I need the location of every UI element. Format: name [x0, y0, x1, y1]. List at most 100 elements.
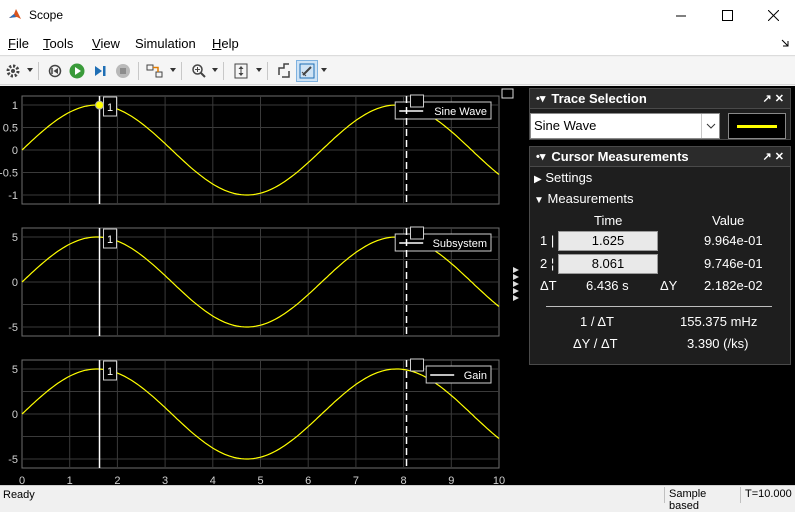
x-tick-label: 9: [448, 475, 454, 485]
close-button[interactable]: [750, 0, 795, 31]
cursor-measure-icon: [299, 63, 315, 79]
collapse-arrow-icon: [513, 288, 519, 294]
highlight-block-button[interactable]: [144, 60, 166, 82]
cursor-1-label: 1 |: [540, 233, 555, 248]
title-bar: Scope: [0, 0, 795, 31]
expand-down-icon: ▼: [534, 195, 544, 206]
scope-plots[interactable]: 10.50-0.5-1Sine Wave50-5Subsystem50-5Gai…: [0, 86, 525, 487]
toolbar-separator: [181, 62, 182, 80]
undock-icon[interactable]: [781, 39, 789, 47]
zoom-dropdown-caret[interactable]: [212, 68, 218, 72]
expand-right-icon: ▶: [534, 174, 542, 185]
panel-menu-icon[interactable]: •▾: [536, 150, 545, 163]
undock-panel-icon[interactable]: ↗: [763, 93, 772, 105]
signal-select-icon: [278, 63, 290, 78]
collapse-arrow-icon: [513, 267, 519, 273]
cursor-2-label: 2 ¦: [540, 256, 555, 271]
settings-dropdown-caret[interactable]: [27, 68, 33, 72]
autoscale-button[interactable]: [230, 60, 252, 82]
panel-menu-icon[interactable]: •▾: [536, 92, 545, 105]
y-tick-label: 5: [12, 364, 18, 376]
cursor-1-tag-label: 1: [107, 366, 113, 378]
menu-bar: File Tools View Simulation Help: [0, 31, 795, 56]
delta-y-value: 2.182e-02: [704, 278, 763, 293]
menu-help[interactable]: Help: [212, 36, 239, 51]
undock-panel-icon[interactable]: ↗: [763, 151, 772, 163]
minimize-icon: [676, 15, 686, 16]
restore-axes-icon: [501, 88, 514, 99]
side-panel: •▾ Trace Selection ↗ ✕ Sine Wave •▾ Curs…: [525, 86, 795, 485]
sim-time-indicator: T=10.000: [740, 487, 795, 503]
menu-tools[interactable]: Tools: [43, 36, 73, 51]
menu-file[interactable]: File: [8, 36, 29, 51]
cursor-measurements-panel: •▾ Cursor Measurements ↗ ✕ ▶ Settings ▼ …: [529, 146, 791, 365]
y-tick-label: 0: [12, 409, 18, 421]
close-panel-icon[interactable]: ✕: [775, 93, 784, 105]
cursor-1-marker: [95, 100, 105, 110]
run-icon: [69, 63, 85, 79]
cursor-1-time-field[interactable]: 1.625: [558, 231, 658, 251]
highlight-dropdown-caret[interactable]: [170, 68, 176, 72]
cursor-2-time-field[interactable]: 8.061: [558, 254, 658, 274]
settings-section[interactable]: ▶ Settings: [534, 170, 592, 185]
toolbar-separator: [38, 62, 39, 80]
signal-select-button[interactable]: [273, 60, 295, 82]
x-tick-label: 8: [401, 475, 407, 485]
cursor-measurements-header: •▾ Cursor Measurements ↗ ✕: [530, 147, 790, 167]
x-tick-label: 7: [353, 475, 359, 485]
toolbar-separator: [138, 62, 139, 80]
status-text: Ready: [3, 489, 35, 501]
stop-button[interactable]: [112, 60, 134, 82]
x-tick-label: 5: [257, 475, 263, 485]
menu-simulation[interactable]: Simulation: [135, 36, 196, 51]
legend-label: Subsystem: [433, 238, 487, 250]
slope-label: ΔY / ΔT: [573, 336, 618, 351]
measurements-section[interactable]: ▼ Measurements: [534, 191, 634, 206]
y-tick-label: -5: [8, 322, 18, 334]
autoscale-dropdown-caret[interactable]: [256, 68, 262, 72]
slope-value: 3.390 (/ks): [687, 336, 749, 351]
minimize-button[interactable]: [658, 0, 704, 31]
autoscale-icon: [234, 63, 248, 79]
step-forward-button[interactable]: [89, 60, 111, 82]
trace-select-dropdown[interactable]: Sine Wave: [530, 113, 720, 139]
toolbar-separator: [267, 62, 268, 80]
cursor-measurements-button[interactable]: [296, 60, 318, 82]
x-tick-label: 3: [162, 475, 168, 485]
y-tick-label: 1: [12, 100, 18, 112]
step-back-button[interactable]: [44, 60, 66, 82]
settings-label: Settings: [545, 170, 593, 185]
chevron-down-icon: [701, 114, 719, 138]
x-tick-label: 6: [305, 475, 311, 485]
delta-y-label: ΔY: [660, 278, 678, 293]
zoom-icon: [192, 64, 206, 78]
cursor-measure-dropdown-caret[interactable]: [321, 68, 327, 72]
trace-line-swatch[interactable]: [728, 113, 786, 139]
settings-button[interactable]: [2, 60, 24, 82]
cursor-2-tag: [410, 94, 425, 108]
maximize-button[interactable]: [704, 0, 750, 31]
trace-selection-panel: •▾ Trace Selection ↗ ✕ Sine Wave: [529, 88, 791, 140]
value-column-header: Value: [712, 213, 745, 228]
y-tick-label: 0.5: [3, 123, 18, 135]
y-tick-label: 5: [12, 232, 18, 244]
close-icon: [767, 10, 779, 21]
cursor-2-tag: [410, 226, 425, 240]
time-column-header: Time: [594, 213, 623, 228]
collapse-arrow-icon: [513, 274, 519, 280]
y-tick-label: 0: [12, 277, 18, 289]
y-tick-label: -1: [8, 190, 18, 202]
x-tick-label: 2: [114, 475, 120, 485]
run-button[interactable]: [66, 60, 88, 82]
maximize-icon: [721, 10, 733, 21]
step-back-icon: [48, 64, 62, 78]
menu-view[interactable]: View: [92, 36, 120, 51]
close-panel-icon[interactable]: ✕: [775, 151, 784, 163]
x-tick-label: 0: [19, 475, 25, 485]
inverse-delta-t-value: 155.375 mHz: [680, 314, 758, 329]
zoom-button[interactable]: [188, 60, 210, 82]
collapse-arrow-icon: [513, 281, 519, 287]
cursor-1-tag-label: 1: [107, 102, 113, 114]
delta-t-label: ΔT: [540, 278, 557, 293]
legend-label: Gain: [464, 370, 487, 382]
